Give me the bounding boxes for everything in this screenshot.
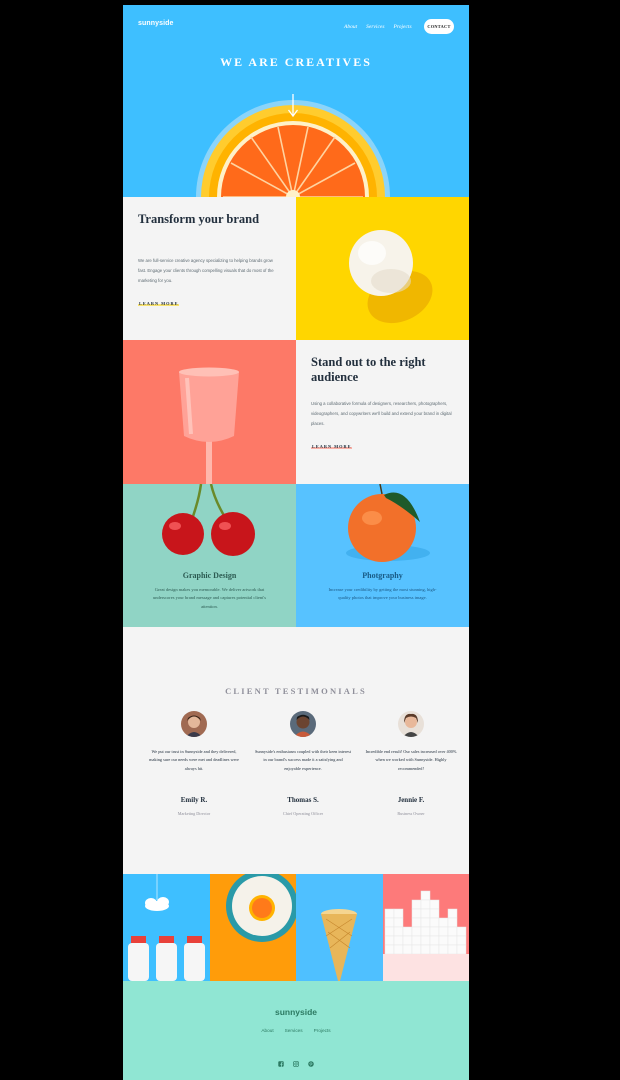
service-title: Graphic Design [182, 571, 237, 580]
nav-services[interactable]: Services [366, 24, 384, 30]
gallery-orange-plate [210, 874, 297, 981]
feature-title: Stand out to the right audience [311, 355, 426, 384]
feature-text: We are full-service creative agency spec… [138, 258, 274, 284]
testimonial-name: Jennie F. [397, 796, 425, 804]
footer-logo[interactable]: sunnyside [123, 1007, 469, 1017]
nav-about[interactable]: About [344, 24, 357, 30]
hero-title: WE ARE CREATIVES [220, 55, 372, 69]
feature-text: Using a collaborative formula of designe… [311, 401, 452, 427]
footer-nav-about[interactable]: About [261, 1028, 273, 1033]
footer: sunnyside About Services Projects [123, 981, 469, 1080]
avatar [290, 711, 316, 737]
logo[interactable]: sunnyside [138, 20, 174, 27]
testimonial-quote: Incredible end result! Our sales increas… [365, 749, 457, 771]
testimonials-title: CLIENT TESTIMONIALS [225, 686, 367, 696]
gallery-sugar-cubes [383, 874, 469, 981]
facebook-icon[interactable] [278, 1061, 284, 1067]
hero-section: sunnyside About Services Projects CONTAC… [123, 5, 469, 197]
egg-image [296, 197, 469, 341]
service-photography: Photgraphy Increase your credibility by … [296, 484, 469, 627]
service-text: Increase your credibility by getting the… [328, 587, 437, 601]
nav-projects[interactable]: Projects [393, 24, 411, 30]
contact-button[interactable]: CONTACT [424, 19, 454, 34]
testimonial-role: Chief Operating Officer [282, 811, 324, 816]
footer-nav-projects[interactable]: Projects [314, 1028, 331, 1033]
gallery-milk-bottles [123, 874, 210, 981]
footer-nav-services[interactable]: Services [285, 1028, 303, 1033]
tangerine-image [346, 484, 430, 562]
learn-more-link[interactable]: LEARN MORE [138, 301, 180, 306]
testimonial-role: Business Owner [397, 811, 425, 816]
page: sunnyside About Services Projects CONTAC… [123, 5, 469, 1080]
service-title: Photgraphy [362, 571, 403, 580]
avatar [181, 711, 207, 737]
avatar [398, 711, 424, 737]
feature-title: Transform your brand [138, 212, 260, 226]
main-nav: About Services Projects [344, 24, 412, 30]
social-links [123, 1061, 469, 1067]
testimonial-name: Thomas S. [287, 796, 319, 804]
testimonials-section: CLIENT TESTIMONIALS We put our trust in … [123, 627, 469, 874]
testimonial-quote: We put our trust in Sunnyside and they d… [149, 749, 239, 771]
glass-image [123, 340, 296, 484]
service-graphic-design: Graphic Design Great design makes you me… [123, 484, 296, 627]
service-text: Great design makes you memorable. We del… [153, 587, 266, 609]
footer-nav: About Services Projects [123, 1028, 469, 1033]
testimonial-name: Emily R. [180, 796, 208, 804]
testimonial-quote: Sunnyside's enthusiasm coupled with thei… [255, 749, 352, 771]
learn-more-link[interactable]: LEARN MORE [311, 444, 353, 449]
arrow-down-icon[interactable] [287, 93, 299, 119]
testimonial-role: Marketing Director [177, 811, 211, 816]
pinterest-icon[interactable] [308, 1061, 314, 1067]
gallery-ice-cream-cone [296, 874, 383, 981]
feature-transform: Transform your brand We are full-service… [123, 197, 296, 341]
instagram-icon[interactable] [293, 1061, 299, 1067]
feature-standout: Stand out to the right audience Using a … [296, 340, 469, 484]
